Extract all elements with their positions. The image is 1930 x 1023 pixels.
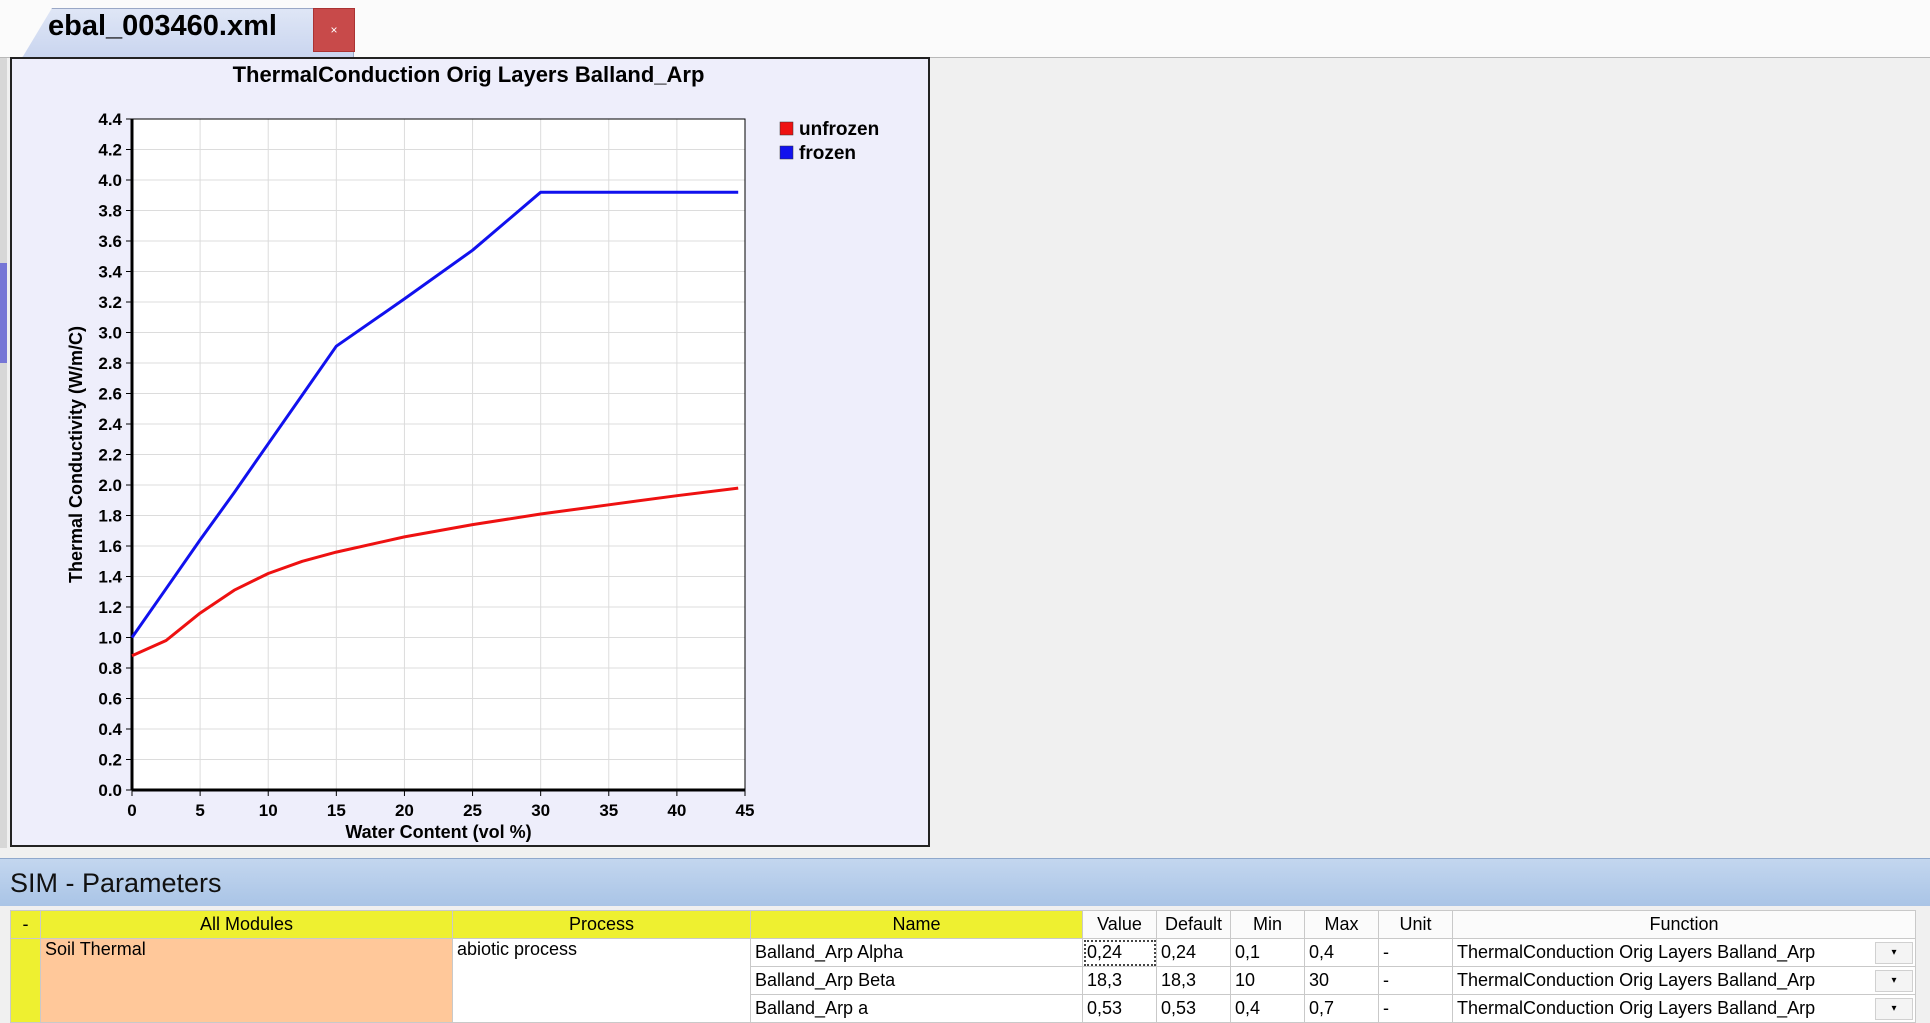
close-icon: ×	[330, 23, 338, 37]
legend-label-frozen: frozen	[799, 143, 856, 164]
parameters-table: - All Modules Process Name Value Default…	[10, 910, 1916, 1023]
legend-swatch-unfrozen	[779, 121, 794, 136]
collapse-column-header[interactable]: -	[10, 910, 41, 939]
close-tab-button[interactable]: ×	[313, 8, 355, 52]
unit-cell: -	[1378, 966, 1453, 995]
chevron-down-icon[interactable]: ▾	[1875, 970, 1913, 992]
y-tick-label: 3.4	[98, 263, 122, 282]
x-axis-label: Water Content (vol %)	[345, 822, 531, 842]
name-cell[interactable]: Balland_Arp Beta	[750, 966, 1083, 995]
name-cell[interactable]: Balland_Arp a	[750, 994, 1083, 1023]
y-tick-label: 0.6	[98, 690, 122, 709]
name-cell[interactable]: Balland_Arp Alpha	[750, 938, 1083, 967]
legend-swatch-frozen	[779, 145, 794, 160]
x-tick-label: 25	[463, 801, 482, 820]
y-tick-label: 3.8	[98, 202, 122, 221]
column-header-default[interactable]: Default	[1156, 910, 1231, 939]
y-tick-label: 3.0	[98, 324, 122, 343]
sim-parameters-title: SIM - Parameters	[10, 868, 222, 898]
column-header-name[interactable]: Name	[750, 910, 1083, 939]
process-cell[interactable]: abiotic process	[452, 938, 751, 1023]
y-tick-label: 1.2	[98, 598, 122, 617]
table-row[interactable]: Soil Thermal abiotic process Balland_Arp…	[10, 938, 1916, 1023]
y-tick-label: 2.6	[98, 385, 122, 404]
x-tick-label: 30	[531, 801, 550, 820]
y-tick-label: 2.4	[98, 415, 122, 434]
chevron-down-icon[interactable]: ▾	[1875, 942, 1913, 964]
chart-panel: 0 5 10 15 20 25 30 35 40 45 0.0 0.2 0.4 0.6 0.8 1.0 1.2 1…	[10, 57, 930, 847]
function-cell[interactable]: ThermalConduction Orig Layers Balland_Ar…	[1452, 938, 1916, 967]
function-cell[interactable]: ThermalConduction Orig Layers Balland_Ar…	[1452, 994, 1916, 1023]
y-tick-label: 4.0	[98, 171, 122, 190]
column-header-unit[interactable]: Unit	[1378, 910, 1453, 939]
value-cell[interactable]: 0,53	[1082, 994, 1157, 1023]
column-header-min[interactable]: Min	[1230, 910, 1305, 939]
column-header-function[interactable]: Function	[1452, 910, 1916, 939]
y-tick-label: 0.8	[98, 659, 122, 678]
x-tick-label: 35	[599, 801, 618, 820]
module-cell[interactable]: Soil Thermal	[40, 938, 453, 1023]
thermal-conductivity-chart: 0 5 10 15 20 25 30 35 40 45 0.0 0.2 0.4 0.6 0.8 1.0 1.2 1…	[66, 62, 879, 842]
y-tick-label: 4.4	[98, 110, 122, 129]
document-tab-strip: ebal_003460.xml ×	[0, 0, 1930, 58]
y-tick-label: 1.4	[98, 568, 122, 587]
function-label: ThermalConduction Orig Layers Balland_Ar…	[1457, 998, 1816, 1018]
y-tick-label: 2.8	[98, 354, 122, 373]
chart-title: ThermalConduction Orig Layers Balland_Ar…	[233, 62, 705, 87]
max-cell: 30	[1304, 966, 1379, 995]
row-group-marker[interactable]	[10, 938, 41, 1023]
legend-label-unfrozen: unfrozen	[799, 119, 879, 140]
unit-cell: -	[1378, 994, 1453, 1023]
y-tick-label: 1.8	[98, 507, 122, 526]
column-header-modules[interactable]: All Modules	[40, 910, 453, 939]
y-tick-label: 3.2	[98, 293, 122, 312]
value-cell[interactable]: 0,24	[1082, 938, 1157, 967]
y-tick-label: 2.2	[98, 446, 122, 465]
y-tick-label: 0.4	[98, 720, 122, 739]
document-tab-title[interactable]: ebal_003460.xml	[48, 10, 277, 43]
function-label: ThermalConduction Orig Layers Balland_Ar…	[1457, 942, 1816, 962]
y-axis-label: Thermal Conductivity (W/m/C)	[66, 326, 86, 583]
default-cell: 0,53	[1156, 994, 1231, 1023]
max-cell: 0,7	[1304, 994, 1379, 1023]
y-tick-label: 0.0	[98, 781, 122, 800]
default-cell: 18,3	[1156, 966, 1231, 995]
y-tick-label: 1.0	[98, 629, 122, 648]
x-tick-label: 20	[395, 801, 414, 820]
x-tick-label: 0	[127, 801, 136, 820]
y-tick-label: 1.6	[98, 537, 122, 556]
splitter-highlight	[0, 263, 7, 363]
left-splitter[interactable]	[0, 58, 7, 848]
max-cell: 0,4	[1304, 938, 1379, 967]
x-tick-label: 5	[195, 801, 204, 820]
y-tick-label: 3.6	[98, 232, 122, 251]
min-cell: 10	[1230, 966, 1305, 995]
y-tick-label: 2.0	[98, 476, 122, 495]
chevron-down-icon[interactable]: ▾	[1875, 998, 1913, 1020]
y-tick-label: 4.2	[98, 141, 122, 160]
column-header-process[interactable]: Process	[452, 910, 751, 939]
table-header-row: - All Modules Process Name Value Default…	[10, 910, 1916, 939]
min-cell: 0,1	[1230, 938, 1305, 967]
x-tick-label: 15	[327, 801, 346, 820]
x-tick-label: 45	[736, 801, 755, 820]
function-cell[interactable]: ThermalConduction Orig Layers Balland_Ar…	[1452, 966, 1916, 995]
function-label: ThermalConduction Orig Layers Balland_Ar…	[1457, 970, 1816, 990]
parameters-grid: - All Modules Process Name Value Default…	[0, 906, 1930, 1023]
default-cell: 0,24	[1156, 938, 1231, 967]
x-tick-label: 40	[667, 801, 686, 820]
unit-cell: -	[1378, 938, 1453, 967]
column-header-max[interactable]: Max	[1304, 910, 1379, 939]
sim-parameters-header: SIM - Parameters	[0, 858, 1930, 907]
min-cell: 0,4	[1230, 994, 1305, 1023]
x-tick-label: 10	[259, 801, 278, 820]
y-tick-label: 0.2	[98, 751, 122, 770]
column-header-value[interactable]: Value	[1082, 910, 1157, 939]
value-cell[interactable]: 18,3	[1082, 966, 1157, 995]
